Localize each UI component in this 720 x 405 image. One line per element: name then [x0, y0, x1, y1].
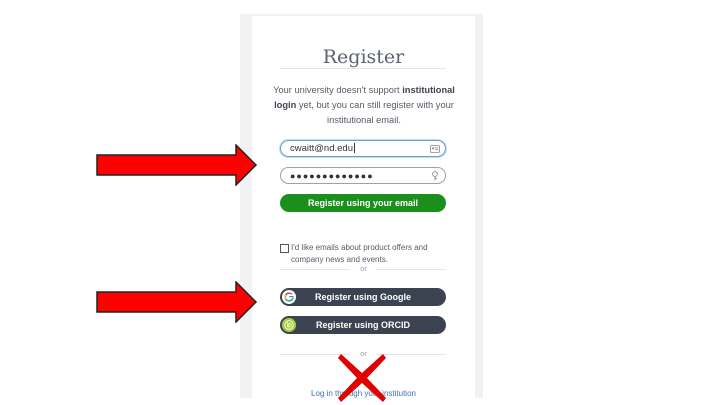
email-field[interactable]: cwaitt@nd.edu	[280, 140, 446, 157]
password-field[interactable]: ●●●●●●●●●●●●●	[280, 167, 446, 184]
register-orcid-button[interactable]: Register using ORCID	[280, 316, 446, 334]
or-divider-right	[376, 269, 446, 270]
orcid-logo-icon	[282, 318, 296, 332]
page-title: Register	[322, 46, 405, 68]
key-icon	[430, 170, 440, 181]
contact-card-icon	[430, 144, 440, 154]
info-suffix: yet, but you can still register with you…	[296, 100, 454, 125]
google-logo-icon	[282, 290, 296, 304]
marketing-emails-checkbox[interactable]	[280, 244, 289, 253]
text-caret	[353, 143, 355, 154]
register-card: Register Your university doesn't support…	[252, 16, 475, 398]
info-prefix: Your university doesn't support	[273, 85, 403, 95]
register-orcid-label: Register using ORCID	[315, 320, 410, 330]
password-value: ●●●●●●●●●●●●●	[290, 170, 374, 181]
register-email-button[interactable]: Register using your email	[280, 194, 446, 212]
red-arrow-icon	[96, 281, 258, 323]
info-text: Your university doesn't support institut…	[264, 83, 464, 128]
title-divider	[280, 68, 446, 69]
red-arrow-icon	[96, 144, 258, 186]
marketing-emails-label: I'd like emails about product offers and…	[291, 243, 428, 264]
red-x-mark-icon	[338, 354, 386, 402]
email-value: cwaitt@nd.edu	[290, 143, 353, 154]
register-google-label: Register using Google	[314, 292, 411, 302]
register-google-button[interactable]: Register using Google	[280, 288, 446, 306]
